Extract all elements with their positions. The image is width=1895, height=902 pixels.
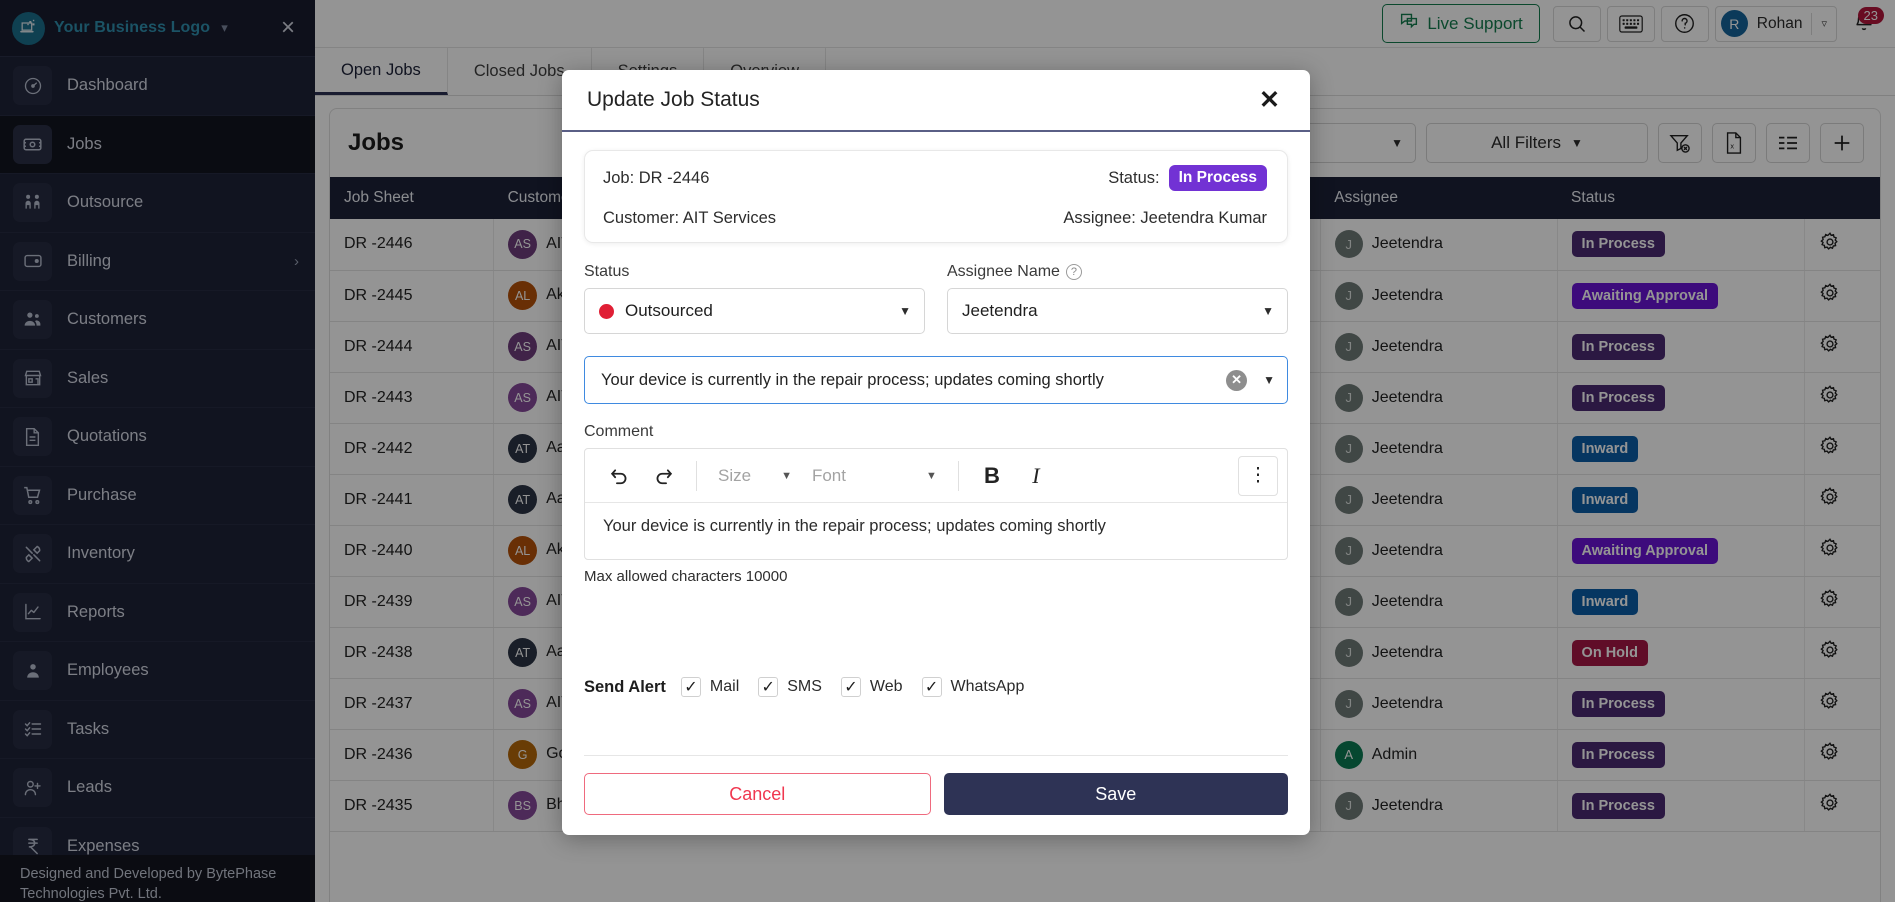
assignee-field-label: Assignee Name ? bbox=[947, 263, 1288, 281]
checkbox-whatsapp[interactable]: ✓ bbox=[921, 677, 942, 697]
more-options-icon[interactable]: ⋮ bbox=[1238, 455, 1278, 496]
assignee-field: Assignee Name ? Jeetendra ▼ bbox=[947, 263, 1288, 334]
app-root: Your Business Logo ▾ × Dashboard Jobs Outs… bbox=[0, 0, 1895, 902]
assignee-field-label-text: Assignee Name bbox=[947, 263, 1060, 280]
send-alert-option: ✓ SMS bbox=[758, 677, 832, 697]
checkbox-web[interactable]: ✓ bbox=[840, 677, 861, 697]
status-field-label: Status bbox=[584, 263, 630, 280]
checkbox-label: SMS bbox=[787, 678, 822, 695]
modal-header: Update Job Status ✕ bbox=[562, 70, 1310, 132]
editor-toolbar: Size ▼ Font ▼ B I ⋮ bbox=[585, 449, 1287, 503]
checkbox-label: WhatsApp bbox=[950, 678, 1025, 695]
chevron-down-icon: ▼ bbox=[899, 304, 911, 318]
size-dropdown[interactable]: Size ▼ bbox=[710, 466, 800, 486]
assignee-select-value: Jeetendra bbox=[962, 301, 1038, 320]
job-info-row-2: Customer: AIT Services Assignee: Jeetend… bbox=[603, 209, 1267, 228]
cancel-button[interactable]: Cancel bbox=[584, 773, 931, 815]
job-info-row-1: Job: DR -2446 Status: In Process bbox=[603, 165, 1267, 191]
close-icon[interactable]: ✕ bbox=[1251, 84, 1288, 117]
checkbox-sms[interactable]: ✓ bbox=[758, 677, 779, 697]
clear-icon[interactable]: ✕ bbox=[1226, 369, 1248, 391]
chevron-down-icon: ▼ bbox=[926, 469, 937, 482]
comment-editor: Size ▼ Font ▼ B I ⋮ Your device is curre… bbox=[584, 448, 1288, 560]
font-dropdown[interactable]: Font ▼ bbox=[804, 466, 945, 486]
assignee-select[interactable]: Jeetendra ▼ bbox=[947, 288, 1288, 334]
send-alert-row: Send Alert ✓ Mail ✓ SMS ✓ Web ✓ WhatsApp bbox=[584, 677, 1288, 697]
modal-body: Job: DR -2446 Status: In Process Custome… bbox=[562, 132, 1310, 733]
chevron-down-icon: ▼ bbox=[1263, 373, 1275, 387]
status-assignee-row: Status Outsourced ▼ Assignee Name ? Jeet… bbox=[584, 263, 1288, 334]
status-select[interactable]: Outsourced ▼ bbox=[584, 288, 925, 334]
save-button[interactable]: Save bbox=[943, 773, 1288, 815]
max-chars-hint: Max allowed characters 10000 bbox=[584, 568, 788, 585]
send-alert-option: ✓ Web bbox=[840, 677, 913, 697]
assignee-label: Assignee: Jeetendra Kumar bbox=[1063, 209, 1267, 227]
modal-title: Update Job Status bbox=[587, 88, 760, 111]
divider bbox=[696, 460, 697, 491]
bold-button[interactable]: B bbox=[972, 456, 1012, 496]
comment-text[interactable]: Your device is currently in the repair p… bbox=[585, 503, 1287, 559]
font-dropdown-label: Font bbox=[811, 465, 846, 485]
update-job-status-modal: Update Job Status ✕ Job: DR -2446 Status… bbox=[562, 70, 1310, 835]
help-icon[interactable]: ? bbox=[1065, 264, 1082, 280]
send-alert-option: ✓ WhatsApp bbox=[921, 677, 1035, 697]
size-dropdown-label: Size bbox=[718, 465, 752, 485]
chevron-down-icon: ▼ bbox=[781, 469, 792, 482]
job-id-label: Job: DR -2446 bbox=[603, 168, 710, 187]
undo-icon[interactable] bbox=[599, 456, 639, 496]
checkbox-mail[interactable]: ✓ bbox=[680, 677, 701, 697]
job-info-card: Job: DR -2446 Status: In Process Custome… bbox=[584, 150, 1288, 243]
job-status-group: Status: In Process bbox=[1108, 165, 1267, 191]
italic-button[interactable]: I bbox=[1016, 456, 1056, 496]
chevron-down-icon: ▼ bbox=[1262, 304, 1274, 318]
comment-label: Comment bbox=[584, 423, 654, 440]
status-label: Status: bbox=[1108, 168, 1160, 187]
send-alert-options: ✓ Mail ✓ SMS ✓ Web ✓ WhatsApp bbox=[680, 677, 1035, 697]
status-select-value: Outsourced bbox=[625, 301, 713, 320]
send-alert-title: Send Alert bbox=[584, 677, 666, 696]
status-badge: In Process bbox=[1168, 165, 1267, 191]
send-alert-option: ✓ Mail bbox=[680, 677, 749, 697]
customer-label: Customer: AIT Services bbox=[603, 209, 777, 227]
status-color-dot-icon bbox=[599, 303, 614, 319]
checkbox-label: Mail bbox=[709, 678, 740, 695]
modal-footer: Cancel Save bbox=[584, 755, 1288, 835]
status-field: Status Outsourced ▼ bbox=[584, 263, 925, 334]
divider bbox=[957, 460, 959, 491]
message-template-value: Your device is currently in the repair p… bbox=[601, 370, 1104, 389]
checkbox-label: Web bbox=[869, 678, 903, 695]
redo-icon[interactable] bbox=[643, 456, 683, 496]
message-template-select[interactable]: Your device is currently in the repair p… bbox=[584, 356, 1288, 404]
